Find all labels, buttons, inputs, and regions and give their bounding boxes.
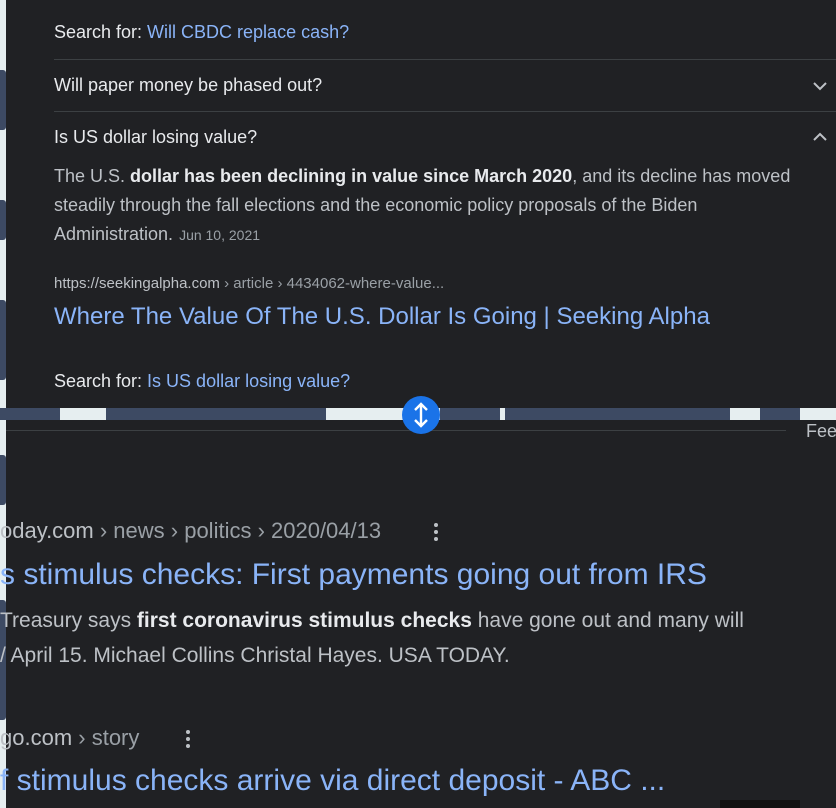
divider bbox=[54, 59, 836, 60]
search-for-prefix: Search for: bbox=[54, 22, 148, 42]
question-label: Will paper money be phased out? bbox=[54, 75, 323, 95]
result-title[interactable]: f stimulus checks arrive via direct depo… bbox=[0, 764, 665, 798]
divider bbox=[6, 430, 786, 431]
result-host: oday.com bbox=[0, 518, 94, 543]
question-paper-money[interactable]: Will paper money be phased out? bbox=[54, 75, 830, 96]
search-for-link[interactable]: Is US dollar losing value? bbox=[147, 371, 350, 391]
search-for-prefix: Search for: bbox=[54, 371, 148, 391]
source-result-title[interactable]: Where The Value Of The U.S. Dollar Is Go… bbox=[54, 303, 710, 331]
more-vert-icon[interactable] bbox=[185, 728, 191, 748]
result-title[interactable]: s stimulus checks: First payments going … bbox=[0, 558, 707, 592]
question-label: Is US dollar losing value? bbox=[54, 127, 258, 147]
snippet-text: Treasury says bbox=[0, 609, 137, 632]
chevron-down-icon[interactable] bbox=[812, 78, 828, 94]
featured-answer: The U.S. dollar has been declining in va… bbox=[54, 162, 814, 250]
feedback-link[interactable]: Fee bbox=[806, 421, 836, 442]
divider bbox=[54, 111, 836, 112]
result-snippet: Treasury says first coronavirus stimulus… bbox=[0, 603, 836, 673]
citation-path: › article › 4434062-where-value... bbox=[219, 275, 445, 292]
vertical-resize-icon[interactable] bbox=[402, 396, 440, 434]
result-host: go.com bbox=[0, 725, 73, 750]
more-vert-icon[interactable] bbox=[433, 521, 439, 541]
result-url[interactable]: go.com › story bbox=[0, 725, 139, 751]
search-for-row: Search for: Is US dollar losing value? bbox=[54, 371, 350, 392]
result-url[interactable]: oday.com › news › politics › 2020/04/13 bbox=[0, 518, 381, 544]
answer-text: The U.S. bbox=[54, 166, 131, 186]
search-for-link[interactable]: Will CBDC replace cash? bbox=[147, 22, 349, 42]
snippet-line: / April 15. Michael Collins Christal Hay… bbox=[0, 644, 510, 667]
snippet-text: have gone out and many will bbox=[471, 609, 744, 632]
chevron-up-icon[interactable] bbox=[812, 129, 828, 145]
citation-domain: https://seekingalpha.com bbox=[54, 275, 220, 292]
answer-date: Jun 10, 2021 bbox=[179, 227, 261, 243]
result-breadcrumb: › news › politics › 2020/04/13 bbox=[93, 518, 382, 543]
people-also-ask-panel: Search for: Will CBDC replace cash? Will… bbox=[6, 0, 836, 408]
overlay-edge bbox=[720, 800, 800, 808]
answer-highlight: dollar has been declining in value since… bbox=[130, 166, 573, 186]
source-citation[interactable]: https://seekingalpha.com › article › 443… bbox=[54, 275, 444, 292]
snippet-highlight: first coronavirus stimulus checks bbox=[136, 609, 472, 632]
result-breadcrumb: › story bbox=[72, 725, 140, 750]
question-us-dollar[interactable]: Is US dollar losing value? bbox=[54, 127, 830, 148]
search-for-row: Search for: Will CBDC replace cash? bbox=[54, 22, 349, 43]
